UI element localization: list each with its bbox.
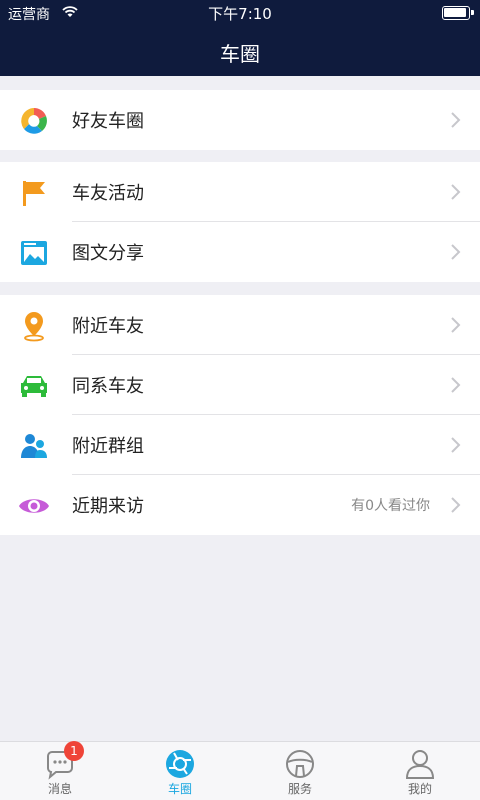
row-label: 同系车友 [72, 376, 144, 397]
section-nearby: 附近车友 同系车友 附近群组 近期来访 有0人看过你 [0, 295, 480, 535]
section-friends: 好友车圈 [0, 90, 480, 150]
row-label: 近期来访 [72, 496, 144, 517]
location-pin-icon [24, 312, 44, 342]
row-nearby-friends[interactable]: 附近车友 [0, 295, 480, 355]
chevron-right-icon [451, 112, 461, 128]
tab-messages[interactable]: 1 消息 [0, 741, 120, 800]
clock: 下午7:10 [208, 5, 272, 23]
section-activities: 车友活动 图文分享 [0, 162, 480, 282]
chevron-right-icon [451, 244, 461, 260]
row-car-activities[interactable]: 车友活动 [0, 162, 480, 222]
row-label: 好友车圈 [72, 111, 144, 132]
row-label: 车友活动 [72, 183, 144, 204]
visitor-count-hint: 有0人看过你 [351, 498, 430, 514]
tab-label: 车圈 [167, 782, 192, 796]
row-friends-circle[interactable]: 好友车圈 [0, 90, 480, 150]
profile-icon [405, 750, 435, 779]
flag-icon [23, 181, 45, 206]
chevron-right-icon [451, 184, 461, 200]
row-label: 附近群组 [72, 436, 144, 457]
row-label: 附近车友 [72, 316, 144, 337]
tab-label: 服务 [287, 782, 312, 796]
tab-car-circle[interactable]: 车圈 [120, 742, 240, 800]
nav-bar: 车圈 [0, 26, 480, 76]
tab-label: 消息 [47, 782, 72, 796]
tab-me[interactable]: 我的 [360, 742, 480, 800]
tab-bar: 1 消息 车圈 服务 我的 [0, 741, 480, 800]
row-nearby-groups[interactable]: 附近群组 [0, 415, 480, 475]
group-icon [21, 434, 47, 458]
tab-label: 我的 [407, 782, 432, 796]
chevron-right-icon [451, 377, 461, 393]
car-circle-icon [166, 750, 194, 778]
row-label: 图文分享 [72, 243, 144, 264]
steering-wheel-icon [286, 750, 314, 778]
chevron-right-icon [451, 437, 461, 453]
status-bar: 运营商 下午7:10 [0, 0, 480, 26]
car-icon [21, 376, 47, 397]
row-photo-share[interactable]: 图文分享 [0, 222, 480, 282]
unread-badge: 1 [64, 741, 84, 761]
row-same-series-friends[interactable]: 同系车友 [0, 355, 480, 415]
eye-icon [19, 499, 49, 513]
row-recent-visitors[interactable]: 近期来访 有0人看过你 [0, 475, 480, 535]
page-title: 车圈 [220, 42, 260, 66]
battery-icon [442, 6, 474, 20]
image-icon [21, 241, 47, 265]
chevron-right-icon [451, 497, 461, 513]
tab-services[interactable]: 服务 [240, 742, 360, 800]
friends-circle-icon [21, 108, 47, 134]
chevron-right-icon [451, 317, 461, 333]
